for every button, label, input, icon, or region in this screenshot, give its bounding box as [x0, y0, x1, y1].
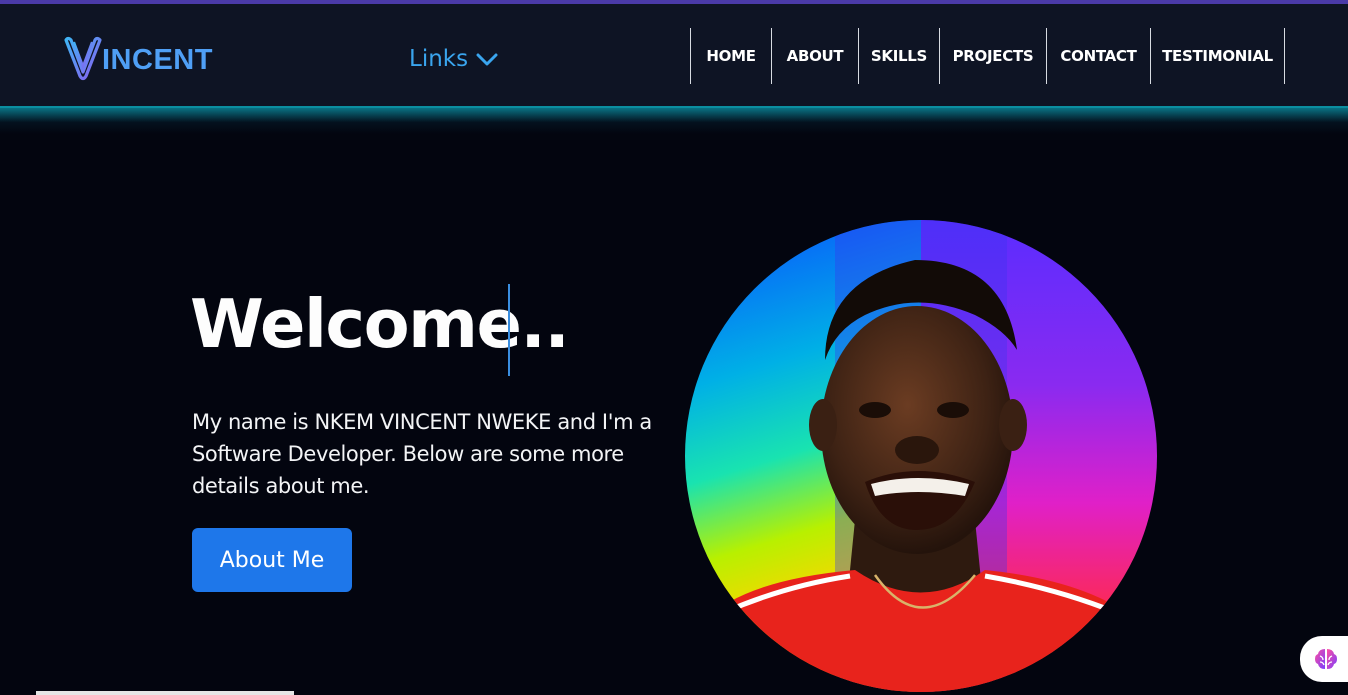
nav-item-testimonial[interactable]: TESTIMONIAL — [1150, 28, 1285, 84]
nav-item-projects[interactable]: PROJECTS — [939, 28, 1046, 84]
scroll-indicator — [36, 691, 294, 695]
navbar-glow — [0, 108, 1348, 134]
v-logo-icon — [64, 36, 102, 81]
chevron-down-icon — [476, 53, 498, 66]
links-label: Links — [409, 46, 469, 72]
nav-item-skills[interactable]: SKILLS — [858, 28, 939, 84]
logo-text: INCENT — [102, 43, 213, 76]
brain-icon — [1315, 649, 1337, 669]
about-me-button[interactable]: About Me — [192, 528, 352, 592]
main-nav: HOME ABOUT SKILLS PROJECTS CONTACT TESTI… — [690, 28, 1285, 84]
logo[interactable]: INCENT — [62, 34, 213, 82]
nav-item-about[interactable]: ABOUT — [771, 28, 858, 84]
typing-cursor — [508, 284, 510, 376]
nav-item-home[interactable]: HOME — [690, 28, 771, 84]
navbar: INCENT Links HOME ABOUT SKILLS PROJECTS … — [0, 4, 1348, 108]
assistant-button[interactable] — [1300, 636, 1348, 682]
nav-item-contact[interactable]: CONTACT — [1046, 28, 1150, 84]
hero-title: Welcome.. — [190, 285, 570, 363]
profile-photo — [685, 220, 1157, 692]
hero-intro: My name is NKEM VINCENT NWEKE and I'm a … — [192, 410, 652, 498]
links-dropdown[interactable]: Links — [409, 46, 498, 72]
